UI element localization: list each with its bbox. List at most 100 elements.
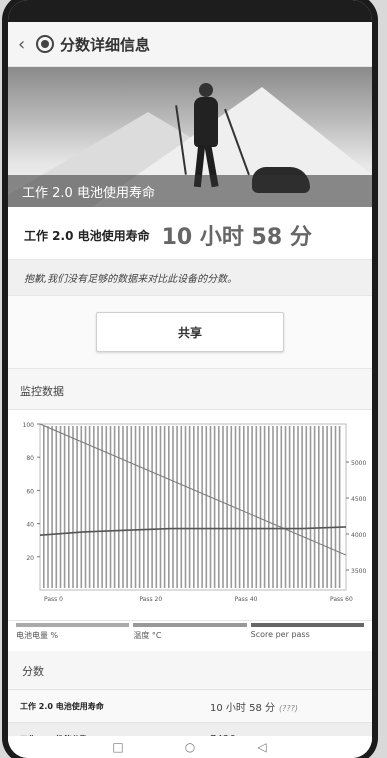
score-bar: [305, 426, 308, 588]
x-tick-label: Pass 40: [235, 596, 258, 603]
score-bar: [55, 426, 58, 588]
score-bar: [247, 426, 249, 588]
score-bar: [184, 426, 187, 588]
score-bar: [288, 426, 291, 588]
nav-home-icon[interactable]: ○: [184, 741, 196, 753]
score-bar: [230, 426, 233, 588]
score-bar: [330, 426, 333, 588]
nav-back-icon[interactable]: ◁: [256, 741, 268, 753]
y2-tick-label: 4500: [351, 496, 366, 503]
score-bar: [163, 426, 166, 588]
x-tick-label: Pass 60: [330, 596, 353, 603]
score-bar: [238, 426, 241, 588]
score-bar: [168, 426, 170, 588]
score-bar: [51, 426, 53, 588]
score-bar: [268, 426, 270, 588]
score-bar: [68, 426, 70, 588]
table-row: 工作 2.0 电池使用寿命 10 小时 58 分 (???): [8, 689, 372, 722]
score-bar: [134, 426, 137, 588]
chevron-left-icon[interactable]: ‹: [18, 34, 32, 55]
score-bar: [213, 426, 216, 588]
score-bar: [293, 426, 295, 588]
score-bar: [259, 426, 262, 588]
score-bar: [301, 426, 303, 588]
score-bar: [155, 426, 158, 588]
score-bar: [109, 426, 112, 588]
score-bar: [313, 426, 316, 588]
y2-tick-label: 5000: [351, 460, 366, 467]
skier-body: [194, 97, 218, 147]
result-row: 工作 2.0 电池使用寿命 10 小时 58 分: [8, 207, 372, 259]
score-bar: [197, 426, 199, 588]
chart-legend: 电池电量 % 温度 °C Score per pass: [8, 621, 372, 651]
score-bar: [122, 426, 124, 588]
result-value: 10 小时 58 分: [161, 225, 312, 250]
score-bar: [280, 426, 283, 588]
score-bar: [47, 426, 49, 588]
score-bar: [263, 426, 266, 588]
score-bar: [226, 426, 228, 588]
score-bar: [309, 426, 312, 588]
score-bar: [338, 426, 341, 588]
status-bar: [8, 0, 372, 22]
score-bar: [176, 426, 178, 588]
score-bar: [251, 426, 253, 588]
share-area: 共享: [8, 296, 372, 369]
score-bar: [80, 426, 83, 588]
result-label: 工作 2.0 电池使用寿命: [24, 228, 150, 243]
score-bar: [180, 426, 183, 588]
y-tick-label: 20: [26, 555, 34, 562]
score-bar: [130, 426, 133, 588]
score-bar: [218, 426, 220, 588]
score-bar: [59, 426, 62, 588]
phone-screen: ‹ 分数详细信息 工作 2.0 电池使用寿命 工作 2.0 电池使用寿命 10 …: [8, 0, 372, 758]
legend-item: 温度 °C: [133, 623, 247, 651]
score-bar: [76, 426, 78, 588]
y2-tick-label: 3500: [351, 568, 366, 575]
score-bar: [188, 426, 191, 588]
y-tick-label: 100: [23, 422, 35, 429]
app-logo-icon: [36, 35, 54, 53]
score-bar: [172, 426, 174, 588]
score-bar: [334, 426, 337, 588]
score-bar: [143, 426, 145, 588]
score-key: 工作 2.0 电池使用寿命: [20, 701, 104, 711]
skier-figure: [186, 79, 226, 189]
score-bar: [284, 426, 287, 588]
score-bar: [297, 426, 299, 588]
x-tick-label: Pass 0: [44, 596, 63, 603]
app-bar: ‹ 分数详细信息: [8, 22, 372, 67]
score-bar: [151, 426, 153, 588]
y-tick-label: 40: [26, 522, 34, 529]
score-bar: [272, 426, 274, 588]
score-bar: [193, 426, 195, 588]
score-bar: [88, 426, 91, 588]
score-bar: [255, 426, 258, 588]
score-value-text: 10 小时 58 分: [210, 702, 275, 714]
score-bar: [97, 426, 99, 588]
hero-banner: 工作 2.0 电池使用寿命: [8, 67, 372, 207]
score-bar: [159, 426, 162, 588]
score-bar: [276, 426, 278, 588]
y-tick-label: 80: [26, 455, 34, 462]
share-button[interactable]: 共享: [96, 312, 284, 352]
score-bar: [209, 426, 212, 588]
score-bar: [243, 426, 245, 588]
score-value: 10 小时 58 分 (???): [210, 699, 298, 714]
score-bar: [322, 426, 324, 588]
chart-svg: 20 40 60 80 100 3500 4000 4500 5000 Pass 0 Pass 20…: [23, 422, 367, 603]
score-bar: [72, 426, 74, 588]
system-nav-bar: □ ○ ◁: [8, 736, 372, 758]
hero-caption: 工作 2.0 电池使用寿命: [8, 175, 372, 207]
x-tick-label: Pass 20: [139, 596, 162, 603]
monitor-chart: 20 40 60 80 100 3500 4000 4500 5000 Pass 0 Pass 20…: [8, 410, 372, 621]
legend-item: 电池电量 %: [16, 623, 130, 651]
score-bar: [138, 426, 141, 588]
legend-item: Score per pass: [250, 623, 364, 651]
score-bar: [93, 426, 95, 588]
score-bar: [84, 426, 87, 588]
scores-heading: 分数: [8, 651, 372, 689]
page-title: 分数详细信息: [60, 35, 151, 54]
nav-recent-icon[interactable]: □: [112, 741, 124, 753]
y2-tick-label: 4000: [351, 532, 366, 539]
